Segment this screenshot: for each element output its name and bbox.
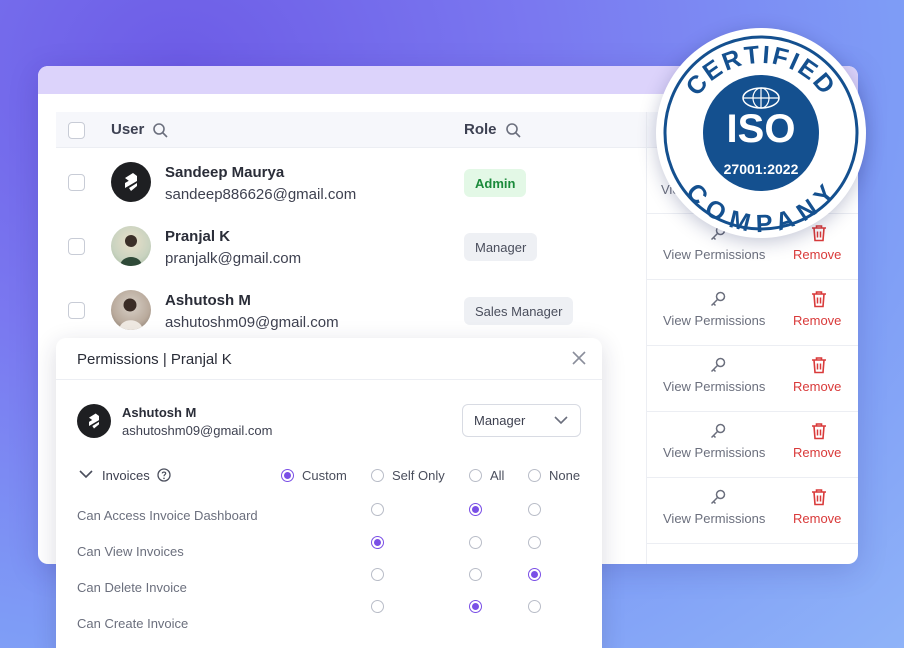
- table-row[interactable]: Sandeep Maurya sandeep886626@gmail.com A…: [56, 150, 616, 214]
- permission-radio[interactable]: [371, 503, 384, 516]
- view-permissions-link[interactable]: View Permissions: [663, 379, 765, 394]
- modal-user-email: ashutoshm09@gmail.com: [122, 423, 273, 438]
- section-title[interactable]: Invoices: [102, 468, 150, 483]
- permissions-modal: Permissions | Pranjal K Ashutosh M ashut…: [56, 338, 602, 648]
- permission-radio[interactable]: [528, 536, 541, 549]
- permission-radio[interactable]: [469, 536, 482, 549]
- role-header-label: Role: [464, 121, 497, 138]
- chevron-down-icon: [554, 416, 568, 425]
- scope-label-none: None: [549, 468, 581, 483]
- chevron-down-icon[interactable]: [79, 470, 93, 479]
- key-icon: [710, 357, 726, 373]
- permission-radio[interactable]: [528, 503, 541, 516]
- iso-seal-icon: CERTIFIED COMPANY ISO 27001:2022: [661, 33, 861, 238]
- help-circle-icon[interactable]: [157, 468, 171, 482]
- key-icon: [710, 423, 726, 439]
- scope-radio-custom[interactable]: [281, 469, 294, 482]
- modal-title: Permissions | Pranjal K: [77, 351, 232, 368]
- action-row: View Permissions Remove: [647, 346, 858, 412]
- trash-icon[interactable]: [811, 290, 827, 308]
- permission-radio[interactable]: [371, 600, 384, 613]
- view-permissions-link[interactable]: View Permissions: [663, 445, 765, 460]
- scope-label-custom: Custom: [302, 468, 347, 483]
- remove-button[interactable]: Remove: [793, 313, 841, 328]
- user-email: ashutoshm09@gmail.com: [165, 314, 339, 331]
- permission-label: Can View Invoices: [77, 544, 184, 559]
- permission-radio[interactable]: [371, 536, 384, 549]
- row-checkbox[interactable]: [68, 302, 85, 319]
- iso-certified-badge: CERTIFIED COMPANY ISO 27001:2022: [656, 28, 866, 238]
- scope-radio-all[interactable]: [469, 469, 482, 482]
- close-icon[interactable]: [572, 351, 586, 365]
- badge-center-text: ISO: [727, 107, 796, 151]
- permission-radio[interactable]: [528, 600, 541, 613]
- permission-radio[interactable]: [469, 503, 482, 516]
- avatar: [111, 290, 151, 330]
- avatar: [111, 162, 151, 202]
- trash-icon[interactable]: [811, 356, 827, 374]
- scope-radio-self-only[interactable]: [371, 469, 384, 482]
- scope-radio-none[interactable]: [528, 469, 541, 482]
- user-email: sandeep886626@gmail.com: [165, 186, 357, 203]
- permission-radio[interactable]: [371, 568, 384, 581]
- scope-label-self-only: Self Only: [392, 468, 445, 483]
- permission-label: Can Access Invoice Dashboard: [77, 508, 258, 523]
- role-badge: Sales Manager: [464, 297, 574, 325]
- table-row[interactable]: Ashutosh M ashutoshm09@gmail.com Sales M…: [56, 278, 616, 342]
- view-permissions-link[interactable]: View Permissions: [663, 511, 765, 526]
- view-permissions-link[interactable]: View Permissions: [663, 247, 765, 262]
- role-select-value: Manager: [474, 413, 526, 428]
- table-row[interactable]: Pranjal K pranjalk@gmail.com Manager: [56, 214, 616, 278]
- action-row: View Permissions Remove: [647, 412, 858, 478]
- modal-header: Permissions | Pranjal K: [56, 338, 602, 380]
- trash-icon[interactable]: [811, 422, 827, 440]
- role-badge: Admin: [464, 169, 527, 197]
- user-name: Pranjal K: [165, 228, 231, 245]
- scope-label-all: All: [490, 468, 505, 483]
- row-checkbox[interactable]: [68, 238, 85, 255]
- user-column-header[interactable]: User: [111, 121, 168, 138]
- permission-radio[interactable]: [469, 600, 482, 613]
- key-icon: [710, 291, 726, 307]
- search-icon[interactable]: [152, 122, 168, 138]
- role-select[interactable]: Manager: [462, 404, 581, 437]
- select-all-checkbox[interactable]: [68, 122, 85, 139]
- remove-button[interactable]: Remove: [793, 379, 841, 394]
- permission-label: Can Create Invoice: [77, 616, 189, 631]
- user-email: pranjalk@gmail.com: [165, 250, 302, 267]
- badge-standard-text: 27001:2022: [724, 161, 799, 177]
- remove-button[interactable]: Remove: [793, 247, 841, 262]
- user-header-label: User: [111, 121, 145, 138]
- role-badge: Manager: [464, 233, 538, 261]
- trash-icon[interactable]: [811, 488, 827, 506]
- modal-user-name: Ashutosh M: [122, 405, 197, 420]
- remove-button[interactable]: Remove: [793, 445, 841, 460]
- avatar: [111, 226, 151, 266]
- user-name: Sandeep Maurya: [165, 164, 285, 181]
- search-icon[interactable]: [505, 122, 521, 138]
- action-row: View Permissions Remove: [647, 280, 858, 346]
- permission-radio[interactable]: [469, 568, 482, 581]
- permission-radio[interactable]: [528, 568, 541, 581]
- globe-icon: [742, 87, 780, 109]
- role-column-header[interactable]: Role: [464, 121, 521, 138]
- avatar: [77, 404, 111, 438]
- remove-button[interactable]: Remove: [793, 511, 841, 526]
- view-permissions-link[interactable]: View Permissions: [663, 313, 765, 328]
- permission-label: Can Delete Invoice: [77, 580, 187, 595]
- key-icon: [710, 489, 726, 505]
- user-name: Ashutosh M: [165, 292, 251, 309]
- row-checkbox[interactable]: [68, 174, 85, 191]
- action-row: View Permissions Remove: [647, 478, 858, 544]
